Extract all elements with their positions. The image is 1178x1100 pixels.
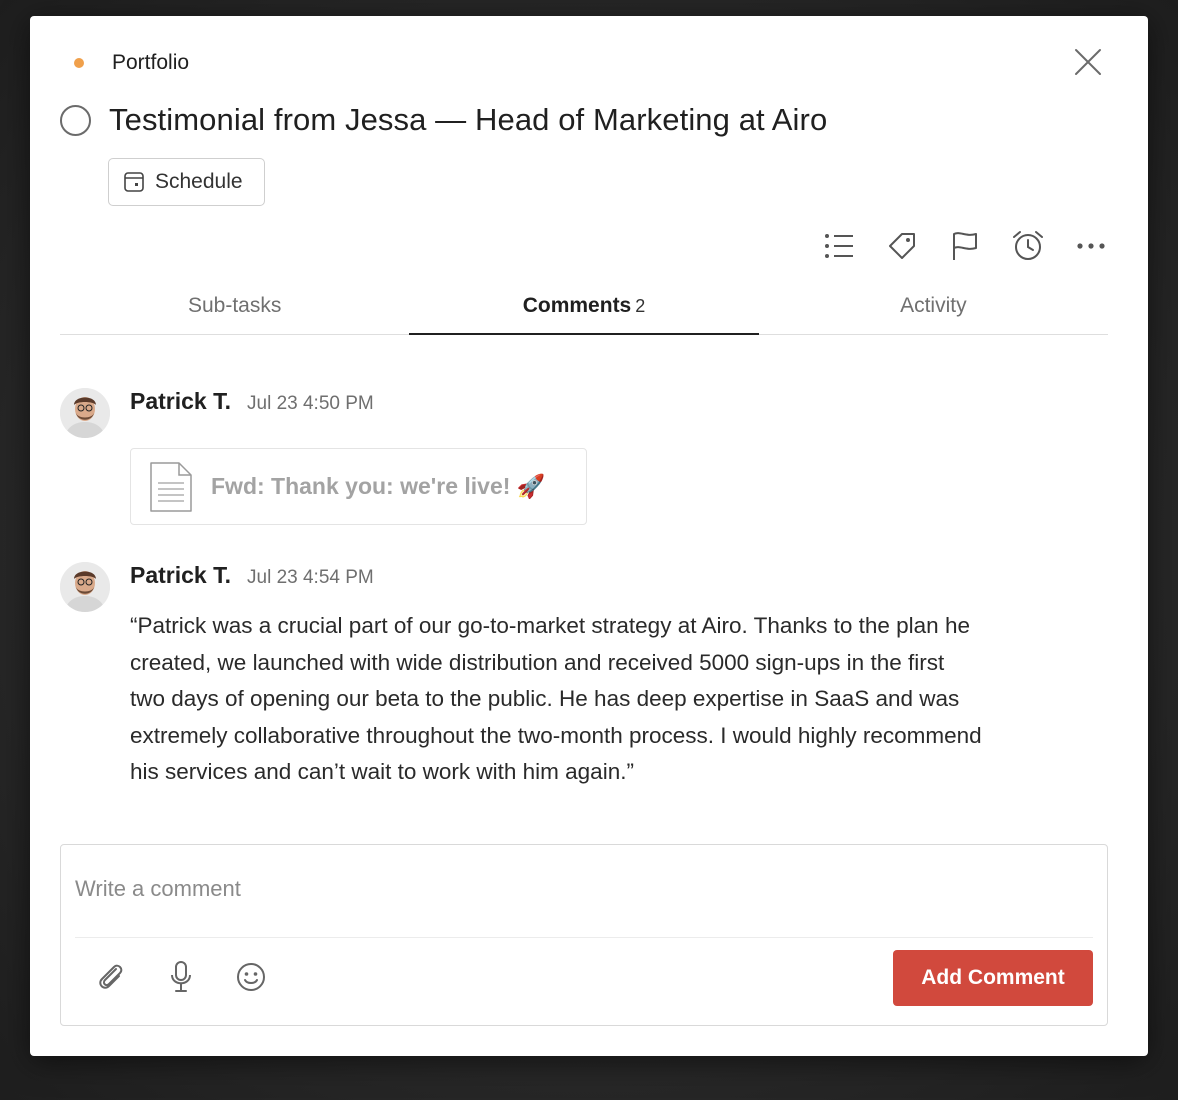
tab-subtasks[interactable]: Sub-tasks: [60, 284, 409, 334]
tab-comments[interactable]: Comments 2: [409, 284, 759, 335]
detail-tabs: Sub-tasks Comments 2 Activity: [60, 284, 1108, 335]
tab-label: Activity: [900, 294, 967, 317]
comment-timestamp: Jul 23 4:54 PM: [247, 567, 374, 588]
label-tag-icon: [889, 233, 915, 259]
add-comment-button[interactable]: Add Comment: [893, 950, 1093, 1006]
editor-actions: [95, 961, 305, 993]
tab-label: Sub-tasks: [187, 294, 282, 317]
task-detail-modal: Portfolio Testimonial from Jessa — Head …: [30, 16, 1148, 1056]
paperclip-icon: [99, 964, 123, 989]
comment-editor: Add Comment: [60, 844, 1108, 1026]
microphone-icon: [171, 961, 191, 992]
reminders-button[interactable]: [1011, 229, 1045, 263]
comment-input[interactable]: [75, 859, 1085, 919]
tab-label: Comments: [522, 294, 632, 317]
comment-author: Patrick T.: [130, 388, 231, 414]
comment-line: his services and can’t wait to work with…: [130, 759, 634, 785]
comment-line: two days of opening our beta to the publ…: [130, 686, 960, 712]
complete-task-checkbox[interactable]: [60, 104, 91, 136]
tab-activity[interactable]: Activity: [759, 284, 1108, 334]
user-avatar-icon: [60, 562, 110, 612]
comment-author: Patrick T.: [130, 562, 231, 588]
task-toolbar: [793, 226, 1108, 266]
user-avatar-icon: [60, 388, 110, 438]
smiley-face-icon: [237, 963, 265, 991]
comment-body: “Patrick was a crucial part of our go-to…: [130, 608, 1120, 791]
schedule-label: Schedule: [155, 170, 243, 193]
avatar: [60, 562, 110, 612]
emoji-button[interactable]: [235, 961, 267, 993]
project-color-dot: [74, 58, 84, 68]
comment-header: Patrick T. Jul 23 4:50 PM: [130, 388, 374, 415]
comment-header: Patrick T. Jul 23 4:54 PM: [130, 562, 374, 589]
project-breadcrumb[interactable]: Portfolio: [74, 50, 189, 76]
voice-note-button[interactable]: [165, 961, 197, 993]
calendar-icon: [124, 172, 144, 192]
subtasks-list-icon: [825, 234, 853, 258]
close-button[interactable]: [1074, 48, 1102, 76]
priority-flag-icon: [953, 232, 977, 260]
document-icon: [150, 461, 192, 512]
comment-item: Patrick T. Jul 23 4:54 PM “Patrick was a…: [60, 562, 1120, 802]
project-name: Portfolio: [112, 51, 190, 74]
editor-divider: [75, 937, 1093, 938]
priority-button[interactable]: [948, 229, 982, 263]
comment-timestamp: Jul 23 4:50 PM: [247, 393, 374, 414]
schedule-button[interactable]: Schedule: [108, 158, 265, 206]
comment-line: created, we launched with wide distribut…: [130, 649, 945, 675]
labels-button[interactable]: [885, 229, 919, 263]
subtasks-button[interactable]: [822, 229, 856, 263]
task-title[interactable]: Testimonial from Jessa — Head of Marketi…: [109, 102, 827, 138]
comment-item: Patrick T. Jul 23 4:50 PM Fwd: Thank you…: [60, 388, 1120, 528]
comment-line: extremely collaborative throughout the t…: [130, 722, 982, 748]
task-title-row: Testimonial from Jessa — Head of Marketi…: [60, 102, 827, 138]
reminder-alarm-icon: [1013, 231, 1043, 260]
avatar: [60, 388, 110, 438]
close-icon: [1075, 49, 1101, 75]
comment-line: “Patrick was a crucial part of our go-to…: [130, 613, 970, 638]
email-attachment[interactable]: Fwd: Thank you: we're live! 🚀: [130, 448, 587, 525]
attach-file-button[interactable]: [95, 961, 127, 993]
more-options-icon: [1077, 243, 1105, 249]
comment-count: 2: [635, 296, 646, 316]
more-options-button[interactable]: [1074, 229, 1108, 263]
attachment-name: Fwd: Thank you: we're live! 🚀: [211, 473, 546, 499]
